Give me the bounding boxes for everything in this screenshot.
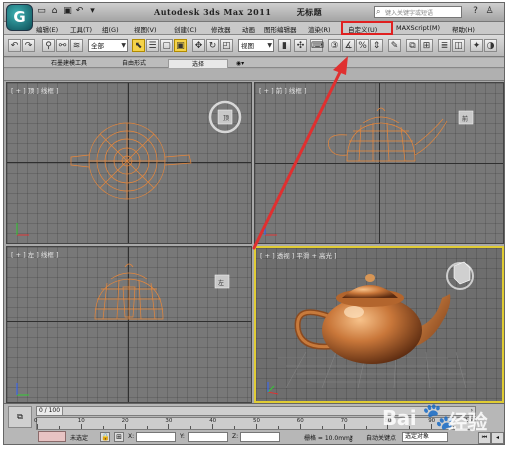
app-logo-button[interactable]: G <box>6 4 33 31</box>
annotation-arrow <box>252 56 348 250</box>
watermark-suffix: 经验 <box>448 410 488 434</box>
watermark: Bai 🐾 经验 <box>382 402 507 438</box>
watermark-brand: Bai <box>382 406 417 430</box>
